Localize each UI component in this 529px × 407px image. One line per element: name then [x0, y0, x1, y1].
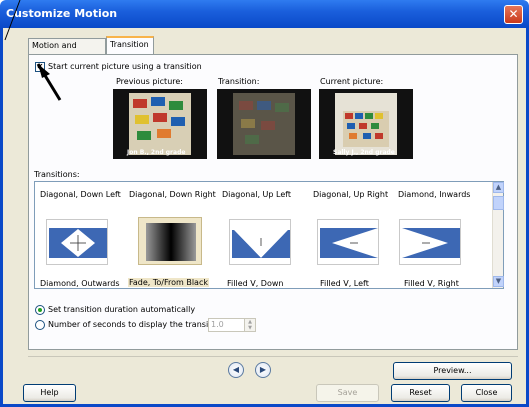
- fade-icon: [146, 223, 196, 261]
- scroll-down-button[interactable]: ▼: [493, 276, 504, 287]
- help-button[interactable]: Help: [23, 384, 76, 402]
- seconds-input[interactable]: 1.0 ▲ ▼: [208, 318, 256, 332]
- auto-duration-radio[interactable]: [35, 305, 45, 315]
- transitions-label: Transitions:: [34, 170, 80, 179]
- filled-v-down-thumbnail[interactable]: [229, 219, 291, 265]
- transition-fade-image: [233, 93, 295, 155]
- previous-picture-label: Previous picture:: [116, 77, 183, 86]
- filled-v-down-icon: [232, 228, 290, 258]
- reset-button[interactable]: Reset: [391, 384, 450, 402]
- next-picture-button[interactable]: ▶: [255, 362, 271, 378]
- diamond-outwards-thumbnail[interactable]: [46, 219, 108, 265]
- previous-picture-caption: Jon B., 2nd grade: [127, 149, 186, 156]
- filled-v-left-thumbnail[interactable]: [317, 219, 379, 265]
- current-picture-label: Current picture:: [320, 77, 384, 86]
- fade-to-from-black-thumbnail[interactable]: [138, 217, 202, 265]
- transition-item-diagonal-down-right[interactable]: Diagonal, Down Right: [129, 190, 216, 199]
- seconds-duration-radio[interactable]: [35, 320, 45, 330]
- seconds-spinner[interactable]: ▲ ▼: [244, 319, 255, 331]
- gallery-scrollbar[interactable]: ▲ ▼: [492, 182, 504, 288]
- preview-button[interactable]: Preview...: [393, 362, 512, 380]
- annotation-arrow: [4, 0, 62, 101]
- seconds-duration-label: Number of seconds to display the transit…: [48, 320, 224, 329]
- save-button[interactable]: Save: [316, 384, 379, 402]
- filled-v-right-thumbnail[interactable]: [399, 219, 461, 265]
- close-button[interactable]: Close: [461, 384, 512, 402]
- filled-v-left-icon: [320, 228, 378, 258]
- previous-picture-preview: Jon B., 2nd grade: [113, 89, 207, 159]
- current-picture-caption: Sally J., 2nd grade: [333, 149, 395, 156]
- transition-preview: [217, 89, 311, 159]
- footer-separator: [28, 356, 518, 357]
- transition-item-diagonal-up-left[interactable]: Diagonal, Up Left: [222, 190, 291, 199]
- seconds-value: 1.0: [211, 320, 224, 329]
- flag-collage-image: [335, 93, 397, 155]
- transition-item-diagonal-down-left[interactable]: Diagonal, Down Left: [40, 190, 121, 199]
- tab-transition[interactable]: Transition: [106, 36, 154, 55]
- previous-picture-button[interactable]: ◀: [228, 362, 244, 378]
- transition-item-fade-to-from-black[interactable]: Fade, To/From Black: [128, 278, 209, 287]
- transition-item-filled-v-down[interactable]: Filled V, Down: [227, 279, 283, 288]
- transition-item-diamond-inwards[interactable]: Diamond, Inwards: [398, 190, 470, 199]
- diamond-outwards-icon: [49, 228, 107, 258]
- transition-item-filled-v-right[interactable]: Filled V, Right: [404, 279, 459, 288]
- scroll-thumb[interactable]: [493, 196, 504, 210]
- close-window-button[interactable]: ✕: [504, 5, 523, 24]
- transition-item-diamond-outwards[interactable]: Diamond, Outwards: [40, 279, 120, 288]
- transition-item-filled-v-left[interactable]: Filled V, Left: [320, 279, 369, 288]
- auto-duration-label: Set transition duration automatically: [48, 305, 196, 314]
- radio-selected-dot: [38, 308, 42, 312]
- scroll-up-button[interactable]: ▲: [493, 182, 504, 193]
- flags-drawing-image: [129, 93, 191, 155]
- transition-preview-label: Transition:: [218, 77, 260, 86]
- filled-v-right-icon: [402, 228, 460, 258]
- current-picture-preview: Sally J., 2nd grade: [319, 89, 413, 159]
- transition-item-diagonal-up-right[interactable]: Diagonal, Up Right: [313, 190, 388, 199]
